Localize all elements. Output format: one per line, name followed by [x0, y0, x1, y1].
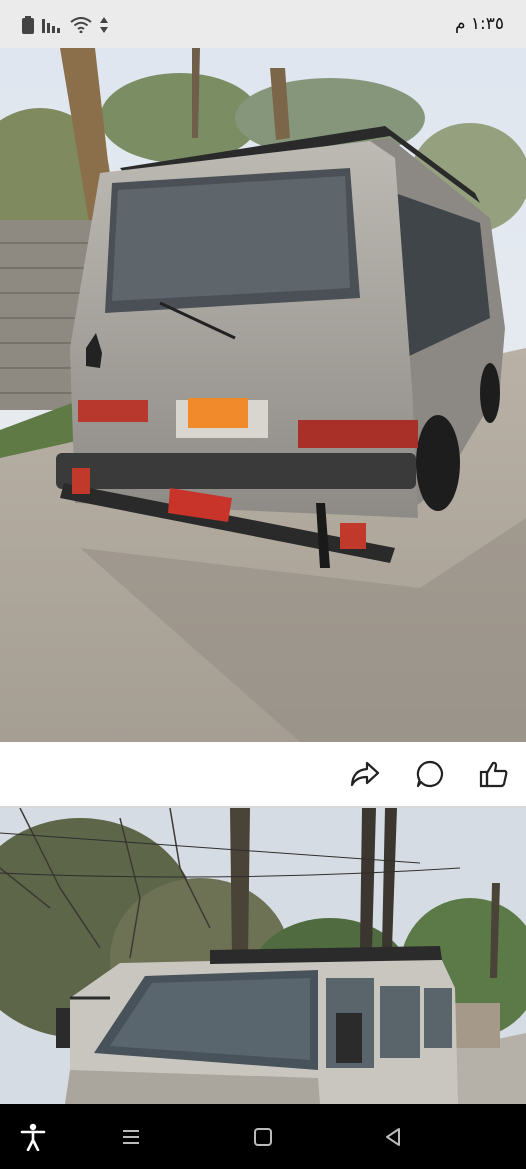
van-front-photo: [0, 808, 526, 1104]
home-icon[interactable]: [248, 1122, 278, 1152]
back-icon[interactable]: [378, 1122, 408, 1152]
like-icon[interactable]: [476, 756, 512, 792]
status-icons: [22, 16, 108, 38]
van-rear-photo: [0, 48, 526, 742]
comment-icon[interactable]: [412, 756, 448, 792]
battery-icon: [22, 16, 34, 38]
post-photo-van-front[interactable]: [0, 808, 526, 1104]
post-photo-van-rear[interactable]: [0, 48, 526, 742]
share-icon[interactable]: [347, 756, 383, 792]
signal-icon: [42, 17, 62, 37]
wifi-icon: [70, 17, 92, 37]
recent-apps-icon[interactable]: [116, 1122, 146, 1152]
accessibility-icon[interactable]: [18, 1122, 48, 1152]
status-time: ١:٣٥ م: [454, 14, 504, 34]
data-arrows-icon: [100, 17, 108, 37]
post-actions: [0, 742, 526, 808]
navigation-bar: [0, 1104, 526, 1169]
status-bar: ١:٣٥ م: [0, 0, 526, 48]
